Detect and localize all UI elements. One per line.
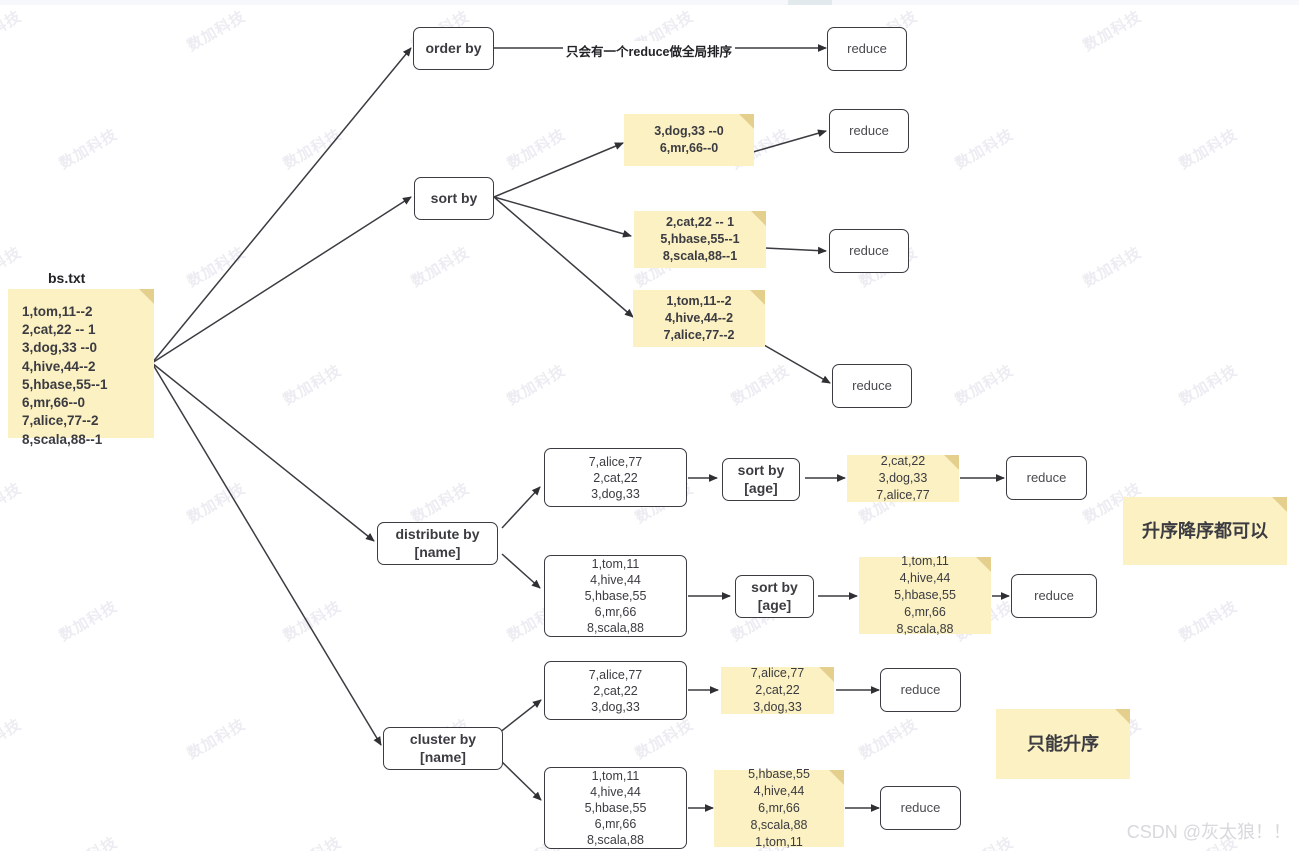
cluster-by-note: 只能升序 bbox=[996, 709, 1130, 779]
watermark-tile: 数加科技 bbox=[1176, 126, 1241, 173]
distribute-branch-0-input: 7,alice,77 2,cat,22 3,dog,33 bbox=[544, 448, 687, 507]
note-fold-icon bbox=[139, 289, 154, 304]
watermark-tile: 数加科技 bbox=[1176, 598, 1241, 645]
source-caption: bs.txt bbox=[48, 270, 86, 286]
watermark-tile: 数加科技 bbox=[1080, 8, 1145, 55]
distribute-branch-0-output-note: 2,cat,22 3,dog,33 7,alice,77 bbox=[847, 454, 959, 502]
watermark-tile: 数加科技 bbox=[504, 126, 569, 173]
sort-by-partition-1-note: 2,cat,22 -- 1 5,hbase,55--1 8,scala,88--… bbox=[634, 211, 766, 268]
cluster-branch-1-output: 5,hbase,55 4,hive,44 6,mr,66 8,scala,88 … bbox=[748, 767, 810, 849]
note-fold-icon bbox=[739, 114, 754, 129]
node-distribute-by[interactable]: distribute by [name] bbox=[377, 522, 498, 565]
cluster-branch-0-output: 7,alice,77 2,cat,22 3,dog,33 bbox=[750, 666, 805, 714]
watermark-tile: 数加科技 bbox=[184, 244, 249, 291]
node-cluster-by[interactable]: cluster by [name] bbox=[383, 727, 503, 770]
node-reduce-sort-by-0[interactable]: reduce bbox=[829, 109, 909, 153]
note-fold-icon bbox=[1115, 709, 1130, 724]
cluster-branch-1-input: 1,tom,11 4,hive,44 5,hbase,55 6,mr,66 8,… bbox=[544, 767, 687, 849]
distribute-branch-0-output: 2,cat,22 3,dog,33 7,alice,77 bbox=[876, 454, 930, 502]
watermark-tile: 数加科技 bbox=[184, 8, 249, 55]
cluster-branch-0-input: 7,alice,77 2,cat,22 3,dog,33 bbox=[544, 661, 687, 720]
distribute-branch-1-sort[interactable]: sort by [age] bbox=[735, 575, 814, 618]
node-reduce-sort-by-2[interactable]: reduce bbox=[832, 364, 912, 408]
watermark-tile: 数加科技 bbox=[55, 831, 121, 851]
distribute-branch-1-output-note: 1,tom,11 4,hive,44 5,hbase,55 6,mr,66 8,… bbox=[859, 554, 991, 636]
watermark-tile: 数加科技 bbox=[1080, 244, 1145, 291]
node-reduce-cluster-1[interactable]: reduce bbox=[880, 786, 961, 830]
watermark-tile: 数加科技 bbox=[280, 126, 345, 173]
top-band bbox=[0, 0, 1299, 5]
node-reduce-cluster-0[interactable]: reduce bbox=[880, 668, 961, 712]
sort-by-partition-1-lines: 2,cat,22 -- 1 5,hbase,55--1 8,scala,88--… bbox=[660, 215, 740, 263]
source-note: 1,tom,11--2 2,cat,22 -- 1 3,dog,33 --0 4… bbox=[8, 289, 154, 447]
watermark-tile: 数加科技 bbox=[728, 362, 793, 409]
watermark-tile: 数加科技 bbox=[56, 126, 121, 173]
node-order-by[interactable]: order by bbox=[413, 27, 494, 70]
top-chip bbox=[788, 0, 832, 5]
watermark-tile: 数加科技 bbox=[184, 716, 249, 763]
watermark-tile: 数加科技 bbox=[0, 480, 25, 527]
cluster-by-note-text: 只能升序 bbox=[1027, 733, 1099, 754]
note-fold-icon bbox=[819, 667, 834, 682]
sort-by-partition-0-lines: 3,dog,33 --0 6,mr,66--0 bbox=[654, 124, 724, 155]
watermark-tile: 数加科技 bbox=[951, 831, 1017, 851]
note-fold-icon bbox=[751, 211, 766, 226]
node-sort-by[interactable]: sort by bbox=[414, 177, 494, 220]
watermark-tile: 数加科技 bbox=[0, 8, 25, 55]
node-reduce-distribute-1[interactable]: reduce bbox=[1011, 574, 1097, 618]
note-fold-icon bbox=[1272, 497, 1287, 512]
watermark-tile: 数加科技 bbox=[952, 362, 1017, 409]
distribute-branch-0-sort[interactable]: sort by [age] bbox=[722, 458, 800, 501]
distribute-by-note-text: 升序降序都可以 bbox=[1142, 520, 1268, 541]
watermark-tile: 数加科技 bbox=[279, 831, 345, 851]
node-reduce-distribute-0[interactable]: reduce bbox=[1006, 456, 1087, 500]
watermark-tile: 数加科技 bbox=[280, 598, 345, 645]
distribute-branch-1-input: 1,tom,11 4,hive,44 5,hbase,55 6,mr,66 8,… bbox=[544, 555, 687, 637]
distribute-by-note: 升序降序都可以 bbox=[1123, 497, 1287, 565]
note-fold-icon bbox=[976, 557, 991, 572]
cluster-branch-0-output-note: 7,alice,77 2,cat,22 3,dog,33 bbox=[721, 666, 834, 714]
source-lines: 1,tom,11--2 2,cat,22 -- 1 3,dog,33 --0 4… bbox=[22, 304, 108, 447]
cluster-branch-1-output-note: 5,hbase,55 4,hive,44 6,mr,66 8,scala,88 … bbox=[714, 767, 844, 849]
watermark-tile: 数加科技 bbox=[408, 480, 473, 527]
watermark-tile: 数加科技 bbox=[280, 362, 345, 409]
watermark-tile: 数加科技 bbox=[1176, 362, 1241, 409]
sort-by-partition-2-note: 1,tom,11--2 4,hive,44--2 7,alice,77--2 bbox=[633, 290, 765, 347]
diagram-canvas: 数加科技 数加科技 数加科技 数加科技 数加科技 数加科技 数加科技 数加科技 数加科技 数加科技… bbox=[0, 0, 1299, 851]
note-fold-icon bbox=[829, 770, 844, 785]
watermark-tile: 数加科技 bbox=[0, 244, 25, 291]
order-by-edge-label: 只会有一个reduce做全局排序 bbox=[563, 41, 735, 60]
sort-by-partition-0-note: 3,dog,33 --0 6,mr,66--0 bbox=[624, 114, 754, 166]
watermark-tile: 数加科技 bbox=[952, 126, 1017, 173]
note-fold-icon bbox=[750, 290, 765, 305]
watermark-tile: 数加科技 bbox=[408, 244, 473, 291]
node-reduce-order-by[interactable]: reduce bbox=[827, 27, 907, 71]
note-fold-icon bbox=[944, 455, 959, 470]
watermark-tile: 数加科技 bbox=[0, 716, 25, 763]
watermark-tile: 数加科技 bbox=[632, 716, 697, 763]
distribute-branch-1-output: 1,tom,11 4,hive,44 5,hbase,55 6,mr,66 8,… bbox=[894, 554, 956, 636]
watermark-tile: 数加科技 bbox=[856, 716, 921, 763]
watermark-tile: 数加科技 bbox=[184, 480, 249, 527]
watermark-tile: 数加科技 bbox=[504, 362, 569, 409]
node-reduce-sort-by-1[interactable]: reduce bbox=[829, 229, 909, 273]
csdn-credit: CSDN @灰太狼！！ bbox=[1126, 822, 1291, 842]
watermark-tile: 数加科技 bbox=[56, 598, 121, 645]
sort-by-partition-2-lines: 1,tom,11--2 4,hive,44--2 7,alice,77--2 bbox=[663, 294, 735, 342]
